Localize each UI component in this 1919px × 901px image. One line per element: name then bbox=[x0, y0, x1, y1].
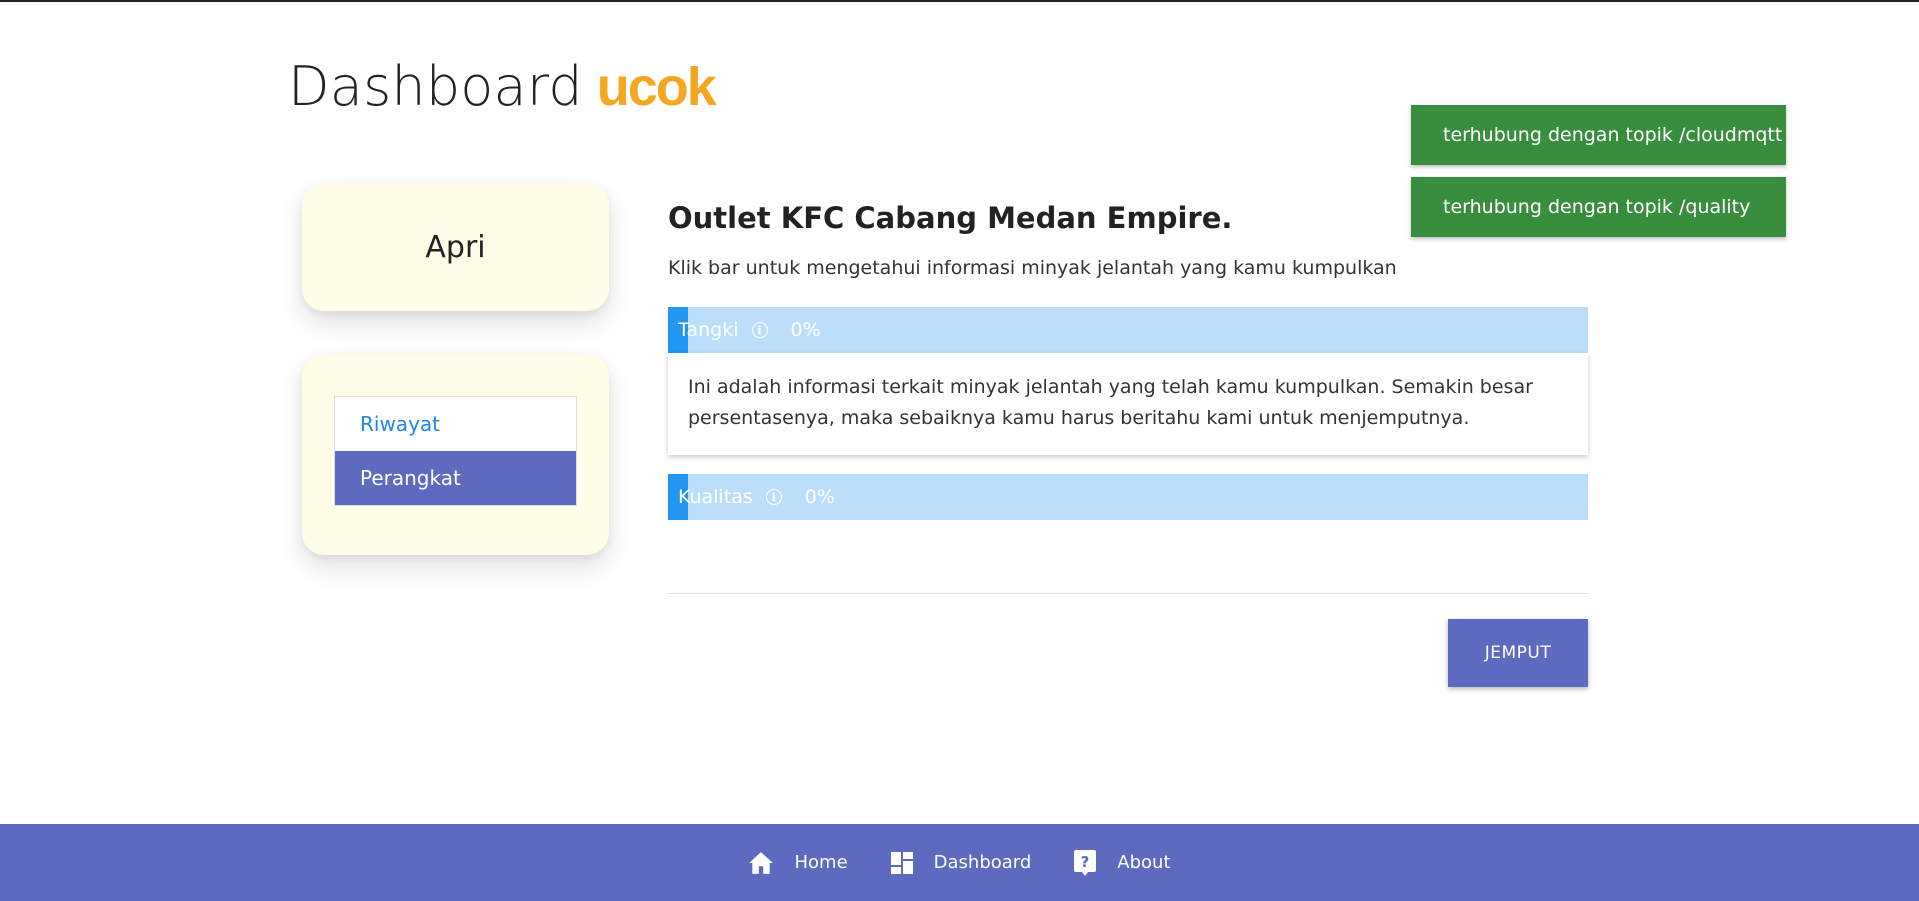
page-title-text: Dashboard bbox=[288, 55, 583, 118]
kualitas-label: Kualitas bbox=[678, 486, 753, 508]
user-name: Apri bbox=[425, 229, 486, 265]
notification-cloudmqtt[interactable]: terhubung dengan topik /cloudmqtt bbox=[1411, 105, 1786, 165]
info-icon[interactable]: i bbox=[765, 489, 782, 505]
nav-item-about[interactable]: ? About bbox=[1073, 849, 1171, 877]
bottom-navigation: Home Dashboard ? About bbox=[0, 824, 1919, 901]
tangki-bar-content: Tangki i 0% bbox=[678, 307, 821, 353]
nav-item-dashboard[interactable]: Dashboard bbox=[890, 851, 1032, 875]
help-icon: ? bbox=[1074, 849, 1097, 876]
info-icon[interactable]: i bbox=[751, 322, 768, 338]
svg-text:?: ? bbox=[1081, 853, 1090, 871]
home-icon bbox=[749, 851, 774, 874]
outlet-title: Outlet KFC Cabang Medan Empire. bbox=[668, 201, 1233, 235]
menu-item-riwayat[interactable]: Riwayat bbox=[335, 397, 576, 451]
nav-label-home: Home bbox=[794, 852, 848, 873]
tangki-bar[interactable]: Tangki i 0% bbox=[668, 307, 1588, 353]
page-title: Dashboard ucok bbox=[288, 55, 717, 118]
brand-logo: ucok bbox=[596, 57, 717, 117]
nav-item-home[interactable]: Home bbox=[748, 851, 848, 875]
nav-label-dashboard: Dashboard bbox=[933, 852, 1032, 873]
jemput-button[interactable]: JEMPUT bbox=[1448, 619, 1588, 687]
info-panel: Ini adalah informasi terkait minyak jela… bbox=[668, 353, 1588, 455]
tangki-label: Tangki bbox=[678, 319, 739, 341]
menu-item-perangkat[interactable]: Perangkat bbox=[335, 451, 576, 505]
kualitas-percent: 0% bbox=[804, 486, 835, 508]
main-content: Outlet KFC Cabang Medan Empire. Klik bar… bbox=[668, 198, 1588, 687]
kualitas-bar[interactable]: Kualitas i 0% bbox=[668, 474, 1588, 520]
outlet-subtitle: Klik bar untuk mengetahui informasi miny… bbox=[668, 257, 1397, 279]
side-menu: Riwayat Perangkat bbox=[334, 396, 577, 506]
dashboard-icon bbox=[890, 851, 913, 874]
menu-card: Riwayat Perangkat bbox=[302, 354, 609, 555]
user-card: Apri bbox=[302, 183, 609, 311]
divider bbox=[668, 593, 1588, 594]
nav-label-about: About bbox=[1117, 852, 1171, 873]
kualitas-bar-content: Kualitas i 0% bbox=[678, 474, 835, 520]
tangki-percent: 0% bbox=[790, 319, 821, 341]
